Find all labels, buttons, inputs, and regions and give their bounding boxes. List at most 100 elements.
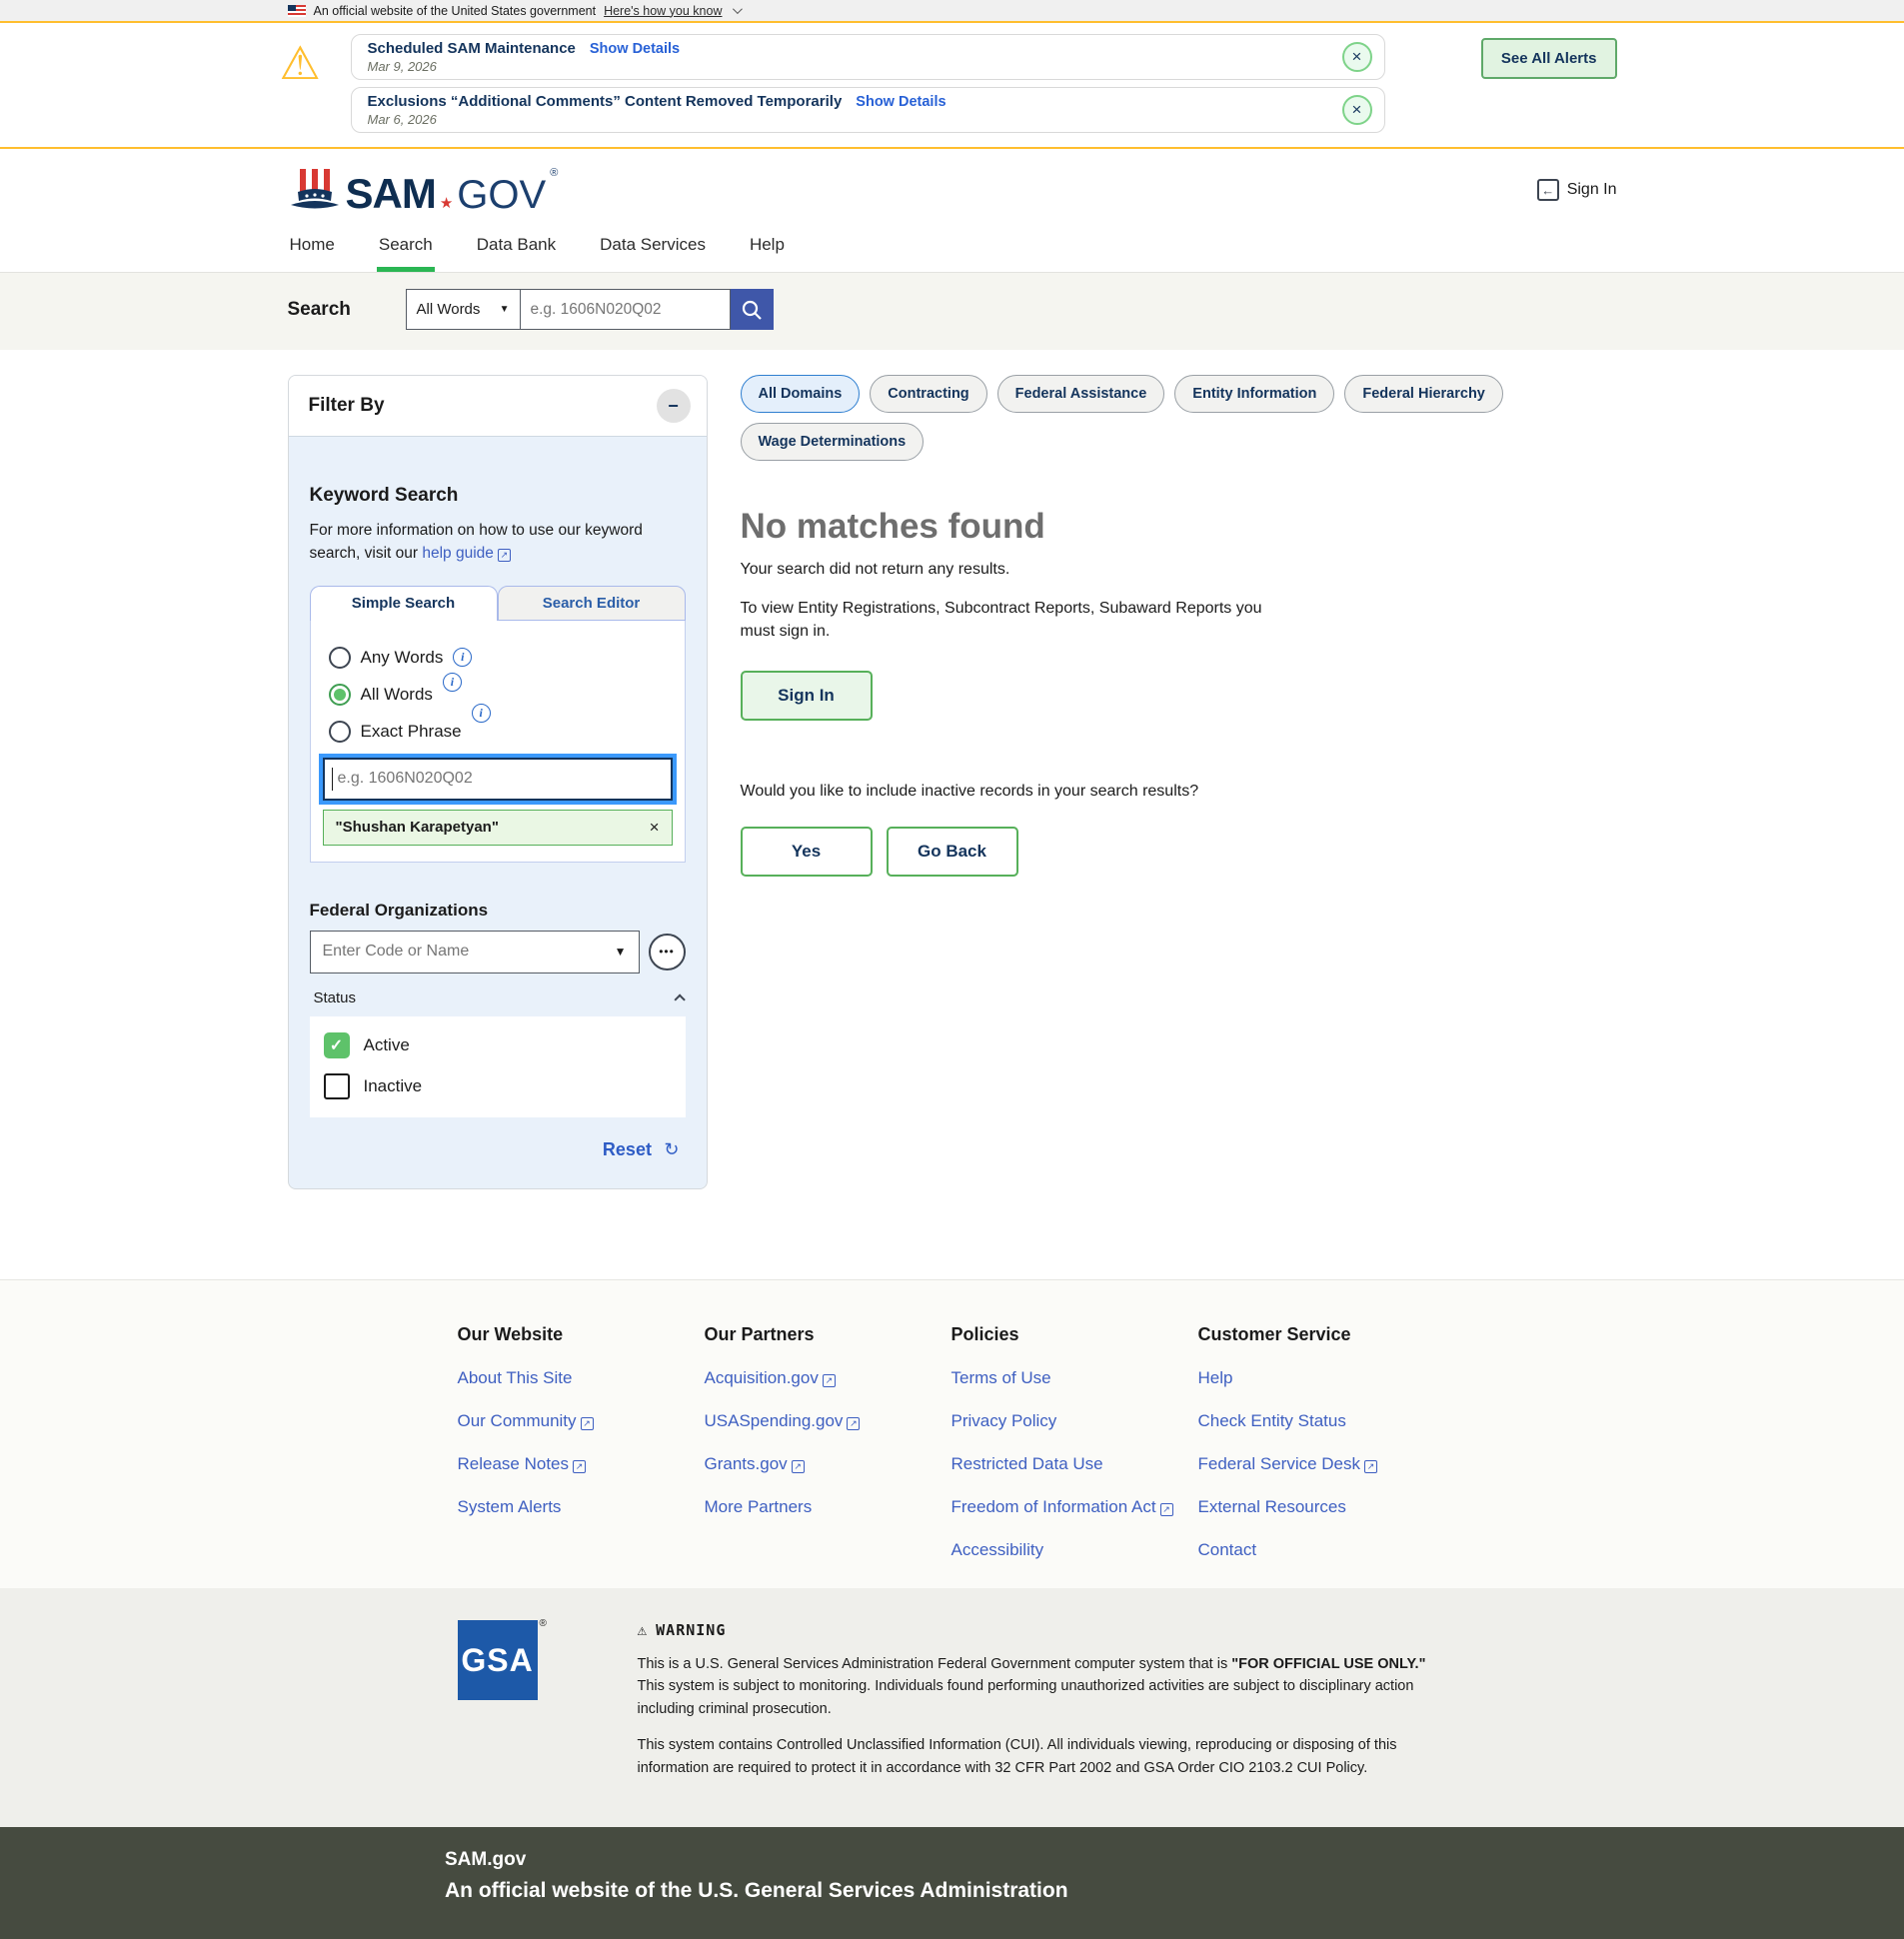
close-icon: × <box>1352 100 1362 119</box>
show-details-link[interactable]: Show Details <box>590 41 680 57</box>
checkbox-inactive[interactable] <box>324 1073 350 1099</box>
warning-triangle-icon: ⚠ <box>638 1620 649 1639</box>
footer-link[interactable]: Privacy Policy <box>952 1411 1198 1431</box>
see-all-alerts-button[interactable]: See All Alerts <box>1481 38 1617 79</box>
combobox-placeholder: Enter Code or Name <box>323 943 470 961</box>
results-area: All Domains Contracting Federal Assistan… <box>741 375 1617 877</box>
search-mode-select[interactable]: All Words ▼ <box>406 289 521 330</box>
radio-exact-phrase-label: Exact Phrase <box>361 722 462 742</box>
check-icon: ✓ <box>330 1035 343 1055</box>
sam-gov-logo[interactable]: SAM ★ GOV ® <box>288 167 559 213</box>
tab-simple-search[interactable]: Simple Search <box>310 586 498 621</box>
footer-link[interactable]: Freedom of Information Act↗ <box>952 1497 1198 1517</box>
keyword-search-heading: Keyword Search <box>310 485 686 507</box>
radio-all-words[interactable] <box>329 684 351 706</box>
main-nav: Home Search Data Bank Data Services Help <box>0 227 1904 272</box>
checkbox-active[interactable]: ✓ <box>324 1032 350 1058</box>
domain-filter-pills: All Domains Contracting Federal Assistan… <box>741 375 1617 461</box>
go-back-button[interactable]: Go Back <box>887 827 1018 877</box>
radio-exact-phrase[interactable] <box>329 721 351 743</box>
sign-in-note: To view Entity Registrations, Subcontrac… <box>741 597 1265 643</box>
show-details-link[interactable]: Show Details <box>856 94 946 110</box>
gsa-logo[interactable]: GSA <box>458 1620 538 1700</box>
keyword-search-tabs: Simple Search Search Editor <box>310 586 686 621</box>
uncle-sam-hat-icon <box>288 167 342 213</box>
footer-link[interactable]: Contact <box>1198 1540 1445 1560</box>
footer-link[interactable]: Help <box>1198 1368 1445 1388</box>
sign-in-arrow-icon: ← <box>1537 179 1559 201</box>
external-link-icon: ↗ <box>823 1374 836 1387</box>
footer-col-heading: Customer Service <box>1198 1324 1445 1345</box>
footer-link[interactable]: USASpending.gov↗ <box>705 1411 952 1431</box>
keyword-search-input[interactable] <box>323 758 673 801</box>
reset-filters-link[interactable]: Reset <box>603 1139 652 1159</box>
footer-link[interactable]: Terms of Use <box>952 1368 1198 1388</box>
no-results-text: Your search did not return any results. <box>741 561 1617 579</box>
minus-icon: − <box>668 396 679 416</box>
search-band-label: Search <box>288 299 406 321</box>
nav-item-data-services[interactable]: Data Services <box>598 227 708 272</box>
nav-item-data-bank[interactable]: Data Bank <box>475 227 558 272</box>
footer-link[interactable]: System Alerts <box>458 1497 705 1517</box>
sign-in-label: Sign In <box>1567 181 1617 199</box>
pill-wage-determinations[interactable]: Wage Determinations <box>741 423 925 461</box>
radio-all-words-label: All Words <box>361 685 433 705</box>
pill-federal-assistance[interactable]: Federal Assistance <box>997 375 1165 413</box>
footer-link[interactable]: Restricted Data Use <box>952 1454 1198 1474</box>
gov-banner-text: An official website of the United States… <box>314 4 597 18</box>
help-guide-link[interactable]: help guide↗ <box>422 545 511 562</box>
keyword-chip: "Shushan Karapetyan" × <box>323 810 673 846</box>
footer-link[interactable]: Federal Service Desk↗ <box>1198 1454 1445 1474</box>
global-search-input[interactable] <box>521 289 731 330</box>
filter-by-title: Filter By <box>309 395 385 417</box>
more-options-button[interactable]: ••• <box>649 934 686 970</box>
chevron-down-icon <box>732 4 742 14</box>
info-icon[interactable]: i <box>443 673 462 692</box>
search-band: Search All Words ▼ <box>0 272 1904 350</box>
main-content: Filter By − Keyword Search For more info… <box>0 350 1904 1279</box>
footer-link[interactable]: Check Entity Status <box>1198 1411 1445 1431</box>
footer-link[interactable]: External Resources <box>1198 1497 1445 1517</box>
info-icon[interactable]: i <box>472 704 491 723</box>
site-header: SAM ★ GOV ® ← Sign In <box>0 149 1904 213</box>
remove-chip-icon[interactable]: × <box>650 818 660 838</box>
pill-contracting[interactable]: Contracting <box>870 375 986 413</box>
include-inactive-question: Would you like to include inactive recor… <box>741 783 1617 801</box>
no-matches-heading: No matches found <box>741 507 1617 547</box>
pill-entity-information[interactable]: Entity Information <box>1174 375 1334 413</box>
nav-item-search[interactable]: Search <box>377 227 435 272</box>
federal-organizations-combobox[interactable]: Enter Code or Name ▼ <box>310 931 640 973</box>
external-link-icon: ↗ <box>581 1417 594 1430</box>
chevron-up-icon[interactable] <box>674 993 685 1004</box>
footer-link[interactable]: More Partners <box>705 1497 952 1517</box>
footer-link[interactable]: Release Notes↗ <box>458 1454 705 1474</box>
status-options: ✓ Active Inactive <box>310 1016 686 1117</box>
close-alert-button[interactable]: × <box>1342 95 1372 125</box>
sign-in-button[interactable]: Sign In <box>741 671 873 721</box>
caret-down-icon: ▼ <box>615 945 627 959</box>
simple-search-panel: Any Words i All Words i Exact Phrase i <box>310 621 686 863</box>
pill-all-domains[interactable]: All Domains <box>741 375 861 413</box>
external-link-icon: ↗ <box>847 1417 860 1430</box>
close-alert-button[interactable]: × <box>1342 42 1372 72</box>
tab-search-editor[interactable]: Search Editor <box>498 586 686 621</box>
sign-in-link[interactable]: ← Sign In <box>1537 179 1617 201</box>
how-you-know-link[interactable]: Here's how you know <box>604 4 722 18</box>
search-submit-button[interactable] <box>731 289 774 330</box>
pill-federal-hierarchy[interactable]: Federal Hierarchy <box>1344 375 1503 413</box>
footer-link[interactable]: Grants.gov↗ <box>705 1454 952 1474</box>
nav-item-help[interactable]: Help <box>748 227 787 272</box>
yes-button[interactable]: Yes <box>741 827 873 877</box>
external-link-icon: ↗ <box>792 1460 805 1473</box>
logo-text-gov: GOV <box>457 177 546 213</box>
collapse-filters-button[interactable]: − <box>657 389 691 423</box>
footer-link[interactable]: Acquisition.gov↗ <box>705 1368 952 1388</box>
nav-item-home[interactable]: Home <box>288 227 337 272</box>
footer-site-name: SAM.gov <box>445 1849 1459 1871</box>
footer-link[interactable]: Our Community↗ <box>458 1411 705 1431</box>
footer-link[interactable]: Accessibility <box>952 1540 1198 1560</box>
radio-any-words[interactable] <box>329 647 351 669</box>
alerts-section: ⚠ Scheduled SAM Maintenance Show Details… <box>0 23 1904 149</box>
footer-link[interactable]: About This Site <box>458 1368 705 1388</box>
info-icon[interactable]: i <box>453 648 472 667</box>
